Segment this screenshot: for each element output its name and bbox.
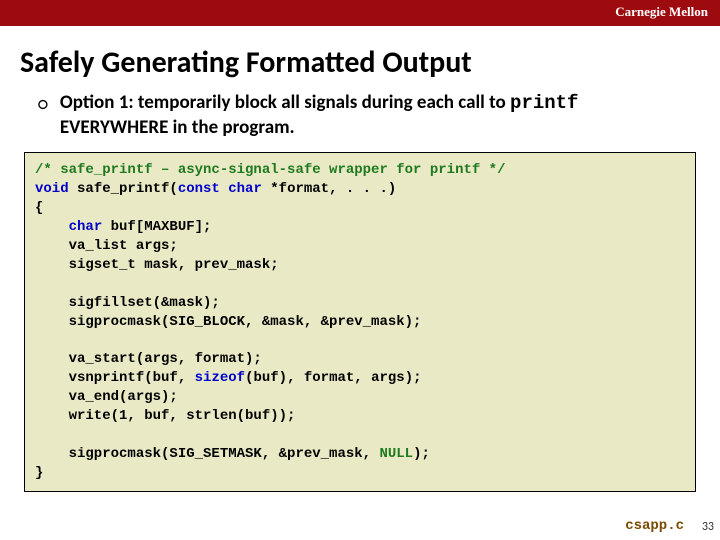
bullet-mono: printf xyxy=(510,92,578,114)
kw-char: char xyxy=(69,219,103,235)
code-text: *format, . . .) xyxy=(262,181,396,197)
university-label: Carnegie Mellon xyxy=(615,4,708,20)
code-text: va_list args; xyxy=(35,238,178,254)
kw-void: void xyxy=(35,181,69,197)
code-comment: /* safe_printf – async-signal-safe wrapp… xyxy=(35,162,505,178)
code-text: (buf), format, args); xyxy=(245,370,421,386)
kw-const: const xyxy=(178,181,220,197)
bullet-marker: ○ xyxy=(38,93,48,116)
code-block: /* safe_printf – async-signal-safe wrapp… xyxy=(24,152,696,491)
bullet-post: EVERYWHERE in the program. xyxy=(60,116,295,139)
code-text: sigprocmask(SIG_SETMASK, &prev_mask, xyxy=(35,446,379,462)
code-text xyxy=(220,181,228,197)
code-text xyxy=(35,219,69,235)
code-text: { xyxy=(35,200,43,216)
code-text: sigprocmask(SIG_BLOCK, &mask, &prev_mask… xyxy=(35,314,421,330)
code-text: safe_printf( xyxy=(69,181,178,197)
code-text: sigfillset(&mask); xyxy=(35,295,220,311)
bullet-text: Option 1: temporarily block all signals … xyxy=(60,91,690,140)
bullet-item: ○ Option 1: temporarily block all signal… xyxy=(38,91,690,140)
lit-null: NULL xyxy=(379,446,413,462)
bullet-pre: Option 1: temporarily block all signals … xyxy=(60,91,510,114)
header-bar: Carnegie Mellon xyxy=(0,0,720,26)
code-text: } xyxy=(35,465,43,481)
code-text: write(1, buf, strlen(buf)); xyxy=(35,408,295,424)
kw-char: char xyxy=(228,181,262,197)
code-text: ); xyxy=(413,446,430,462)
code-text: vsnprintf(buf, xyxy=(35,370,195,386)
source-filename: csapp.c xyxy=(625,518,684,534)
code-text: buf[MAXBUF]; xyxy=(102,219,211,235)
code-text: va_end(args); xyxy=(35,389,178,405)
code-text: va_start(args, format); xyxy=(35,351,262,367)
page-number: 33 xyxy=(702,520,714,534)
kw-sizeof: sizeof xyxy=(195,370,245,386)
slide-title: Safely Generating Formatted Output xyxy=(20,44,720,81)
code-text: sigset_t mask, prev_mask; xyxy=(35,257,279,273)
